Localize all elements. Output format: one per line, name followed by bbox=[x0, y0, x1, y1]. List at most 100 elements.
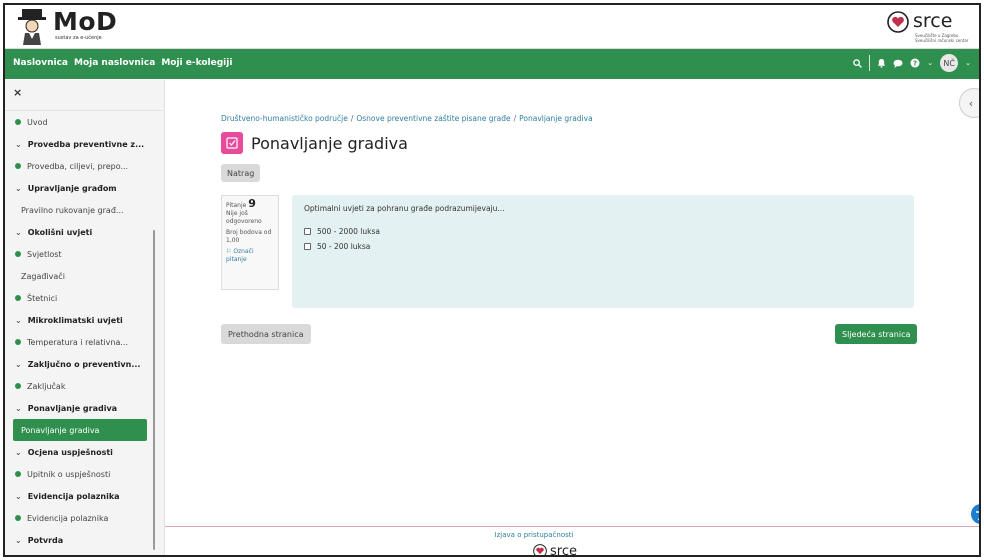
open-block-drawer-chevron-left-icon[interactable]: ‹ bbox=[959, 88, 979, 118]
help-chevron-down-icon[interactable]: ⌄ bbox=[927, 59, 933, 67]
answer-checkbox[interactable] bbox=[304, 243, 311, 250]
close-icon[interactable]: × bbox=[13, 86, 22, 99]
nav-link-my-courses[interactable]: Moji e-kolegiji bbox=[161, 58, 232, 68]
bell-icon[interactable] bbox=[877, 58, 886, 68]
mascot-icon bbox=[18, 9, 46, 45]
nav-link-home[interactable]: Naslovnica bbox=[13, 58, 68, 68]
sidebar-section[interactable]: ⌄ Zaključno o preventivn... bbox=[5, 353, 163, 375]
breadcrumb: Društveno-humanističko područje / Osnove p… bbox=[221, 114, 593, 123]
question-text: Optimalni uvjeti za pohranu građe podraz… bbox=[304, 204, 505, 213]
svg-text:?: ? bbox=[913, 60, 917, 68]
main-content: ‹ Društveno-humanističko područje / Osnove… bbox=[165, 80, 979, 557]
main-nav: Naslovnica Moja naslovnica Moji e-kolegi… bbox=[5, 49, 979, 79]
browser-frame: MoD sustav za e-učenje srce Sveučilište … bbox=[3, 3, 981, 557]
sidebar-item-label: Svjetlost bbox=[27, 249, 62, 259]
sidebar-item-label: Pravilno rukovanje građ... bbox=[21, 205, 124, 215]
answer-checkbox[interactable] bbox=[304, 228, 311, 235]
sidebar-section[interactable]: ⌄ Provedba preventivne z... bbox=[5, 133, 163, 155]
sidebar-item[interactable]: Evidencija polaznika bbox=[5, 507, 163, 529]
chevron-down-icon[interactable]: ⌄ bbox=[15, 140, 22, 149]
sidebar-item-label: Štetnici bbox=[27, 293, 58, 303]
breadcrumb-item[interactable]: Društveno-humanističko područje bbox=[221, 114, 348, 123]
sidebar-section[interactable]: ⌄ Okolišni uvjeti bbox=[5, 221, 163, 243]
flag-question-label: Označi pitanje bbox=[226, 248, 254, 263]
question-label: Pitanje bbox=[226, 202, 247, 209]
chat-icon[interactable] bbox=[893, 59, 903, 68]
sidebar-item[interactable]: Temperatura i relativna... bbox=[5, 331, 163, 353]
sidebar-item[interactable]: Zaključak bbox=[5, 375, 163, 397]
user-menu-chevron-down-icon[interactable]: ⌄ bbox=[965, 59, 971, 67]
sidebar-item-label: Evidencija polaznika bbox=[27, 491, 120, 501]
chevron-down-icon[interactable]: ⌄ bbox=[15, 536, 22, 545]
answer-option[interactable]: 50 - 200 luksa bbox=[304, 242, 902, 251]
sidebar-item[interactable]: Zagađivači bbox=[5, 265, 163, 287]
logo-subtitle: sustav za e-učenje bbox=[55, 35, 102, 41]
completion-dot-icon bbox=[15, 163, 21, 169]
answer-option[interactable]: 500 - 2000 luksa bbox=[304, 227, 902, 236]
chevron-down-icon[interactable]: ⌄ bbox=[15, 316, 22, 325]
breadcrumb-separator: / bbox=[513, 114, 517, 123]
search-icon[interactable] bbox=[853, 58, 863, 68]
sidebar-section[interactable]: ⌄ Upravljanje građom bbox=[5, 177, 163, 199]
flag-question-link[interactable]: ⚐ Označi pitanje bbox=[226, 248, 274, 264]
sidebar-section[interactable]: ⌄ Evidencija polaznika bbox=[5, 485, 163, 507]
mod-logo[interactable]: MoD sustav za e-učenje bbox=[15, 7, 145, 45]
breadcrumb-item[interactable]: Ponavljanje gradiva bbox=[519, 114, 593, 123]
completion-dot-icon bbox=[15, 295, 21, 301]
completion-dot-icon bbox=[15, 251, 21, 257]
sidebar-item-label: Ponavljanje gradiva bbox=[21, 425, 100, 435]
sidebar-item[interactable]: Pravilno rukovanje građ... bbox=[5, 199, 163, 221]
question-number: 9 bbox=[248, 197, 256, 210]
accessibility-icon[interactable] bbox=[971, 504, 979, 524]
sidebar-item-label: Ponavljanje gradiva bbox=[27, 403, 118, 413]
nav-link-dashboard[interactable]: Moja naslovnica bbox=[74, 58, 155, 68]
srce-logo[interactable]: srce Sveučilište u Zagrebu Sveučilišni r… bbox=[887, 10, 968, 43]
chevron-down-icon[interactable]: ⌄ bbox=[15, 184, 22, 193]
question-points: Broj bodova od 1,00 bbox=[226, 229, 272, 244]
sidebar-item[interactable]: Provedba, ciljevi, prepo... bbox=[5, 155, 163, 177]
sidebar-item[interactable]: Upitnik o uspješnosti bbox=[5, 463, 163, 485]
chevron-down-icon[interactable]: ⌄ bbox=[15, 404, 22, 413]
sidebar-item-label: Mikroklimatski uvjeti bbox=[27, 315, 123, 325]
answer-label: 50 - 200 luksa bbox=[317, 242, 371, 251]
completion-dot-icon bbox=[15, 119, 21, 125]
sidebar-item-label: Okolišni uvjeti bbox=[27, 227, 93, 237]
heart-logo-icon bbox=[533, 544, 547, 555]
chevron-down-icon[interactable]: ⌄ bbox=[15, 448, 22, 457]
nav-links: Naslovnica Moja naslovnica Moji e-kolegi… bbox=[13, 58, 232, 68]
sidebar-item-label: Ocjena uspješnosti bbox=[27, 447, 113, 457]
sidebar-item-active[interactable]: Ponavljanje gradiva bbox=[13, 419, 147, 441]
question-status: Nije još odgovoreno bbox=[226, 210, 262, 225]
next-page-button[interactable]: Sljedeća stranica bbox=[835, 324, 918, 344]
sidebar-section[interactable]: ⌄ Potvrda bbox=[5, 529, 163, 551]
flag-icon: ⚐ bbox=[226, 248, 232, 255]
sidebar-item-label: Evidencija polaznika bbox=[27, 513, 109, 523]
footer-srce-logo[interactable]: srce bbox=[533, 543, 577, 557]
sidebar-section[interactable]: ⌄ Mikroklimatski uvjeti bbox=[5, 309, 163, 331]
accessibility-statement-link[interactable]: Izjava o pristupačnosti bbox=[165, 531, 903, 539]
page-header: Ponavljanje gradiva bbox=[221, 132, 408, 154]
completion-dot-icon bbox=[15, 339, 21, 345]
chevron-down-icon[interactable]: ⌄ bbox=[15, 492, 22, 501]
question-info: Pitanje 9 Nije još odgovoreno Broj bodov… bbox=[221, 195, 279, 290]
nav-divider bbox=[869, 55, 871, 71]
nav-actions: ? ⌄ NČ ⌄ bbox=[853, 54, 971, 72]
sidebar-section[interactable]: ⌄ Ocjena uspješnosti bbox=[5, 441, 163, 463]
sidebar-item[interactable]: Uvod bbox=[5, 111, 163, 133]
logo-title: MoD bbox=[53, 7, 118, 36]
footer-srce-wordmark: srce bbox=[550, 543, 577, 557]
sidebar-section[interactable]: ⌄ Ponavljanje gradiva bbox=[5, 397, 163, 419]
sidebar-item-label: Upitnik o uspješnosti bbox=[27, 469, 111, 479]
site-header: MoD sustav za e-učenje srce Sveučilište … bbox=[5, 5, 979, 49]
breadcrumb-item[interactable]: Osnove preventivne zaštite pisane građe bbox=[356, 114, 510, 123]
sidebar-scrollbar[interactable] bbox=[153, 230, 155, 550]
back-button[interactable]: Natrag bbox=[221, 164, 261, 182]
chevron-down-icon[interactable]: ⌄ bbox=[15, 360, 22, 369]
user-avatar[interactable]: NČ bbox=[940, 54, 959, 72]
sidebar-item[interactable]: Svjetlost bbox=[5, 243, 163, 265]
sidebar-item[interactable]: Štetnici bbox=[5, 287, 163, 309]
previous-page-button[interactable]: Prethodna stranica bbox=[221, 324, 311, 344]
chevron-down-icon[interactable]: ⌄ bbox=[15, 228, 22, 237]
sidebar-item[interactable]: Potvrda o položenom e-... bbox=[5, 551, 163, 555]
help-icon[interactable]: ? bbox=[910, 58, 920, 68]
